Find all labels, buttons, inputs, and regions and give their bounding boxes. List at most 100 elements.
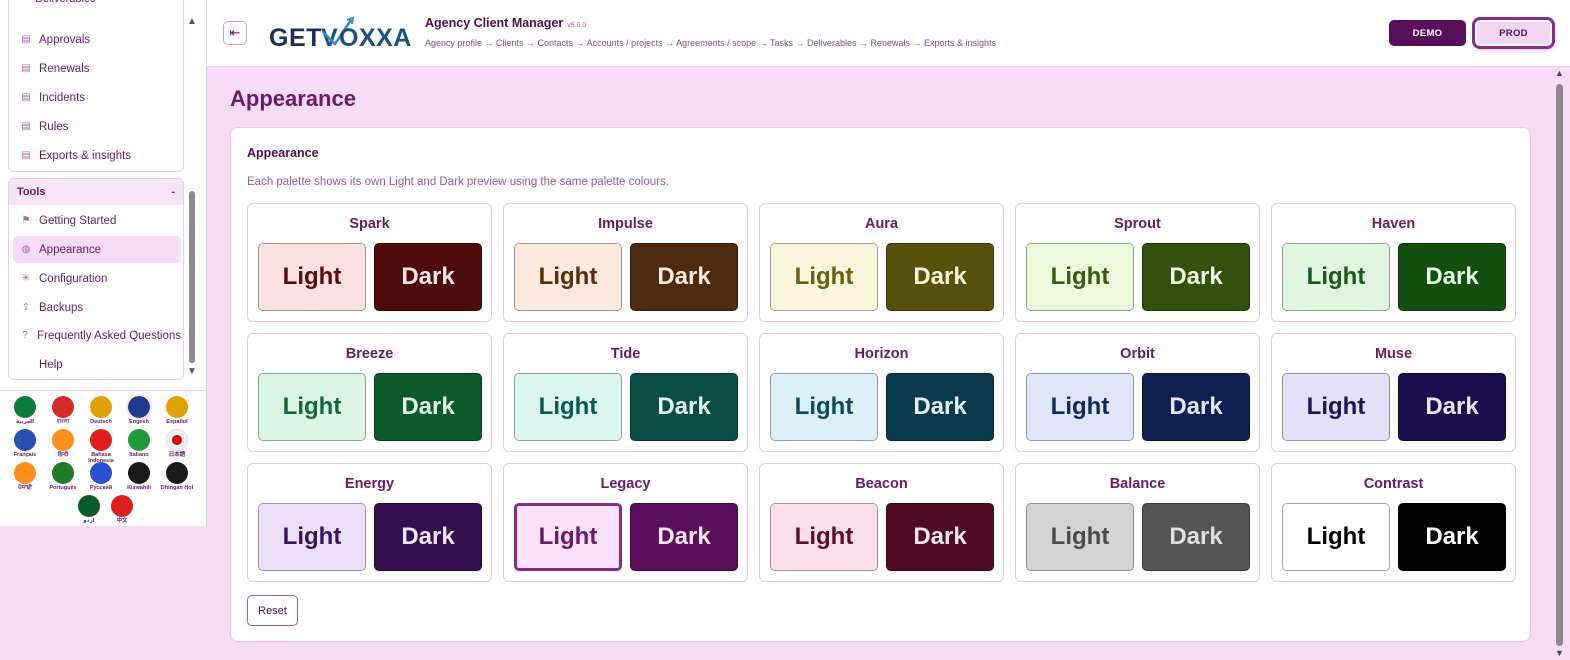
reset-button[interactable]: Reset xyxy=(247,595,298,626)
language-option[interactable]: Kiswahili xyxy=(120,460,158,494)
sidebar-item-faq[interactable]: ? Frequently Asked Questions xyxy=(13,322,181,349)
flag-icon xyxy=(14,462,36,484)
dark-preview-button[interactable]: Dark xyxy=(1398,373,1506,441)
flag-icon xyxy=(78,495,100,517)
dark-preview-button[interactable]: Dark xyxy=(1398,243,1506,311)
palette-card: Haven Light Dark xyxy=(1271,203,1516,322)
language-option[interactable]: Русский xyxy=(82,460,120,494)
language-option[interactable]: Français xyxy=(6,427,44,461)
tools-header[interactable]: Tools - xyxy=(9,179,183,205)
svg-text:GET: GET xyxy=(269,24,322,52)
collapse-toggle[interactable]: - xyxy=(171,186,175,198)
light-preview-button[interactable]: Light xyxy=(258,373,366,441)
prod-button[interactable]: PROD xyxy=(1475,20,1552,46)
light-preview-button[interactable]: Light xyxy=(770,373,878,441)
light-preview-button[interactable]: Light xyxy=(258,243,366,311)
sidebar-item-backups[interactable]: ⇪ Backups xyxy=(13,294,181,321)
palette-card: Legacy Light Dark xyxy=(503,463,748,582)
scroll-down-icon[interactable]: ▼ xyxy=(1555,648,1564,658)
dark-preview-button[interactable]: Dark xyxy=(630,503,738,571)
sidebar-item-appearance[interactable]: ◍ Appearance xyxy=(13,236,181,263)
scroll-up-icon[interactable]: ▲ xyxy=(1555,68,1564,78)
scroll-up-icon[interactable]: ▲ xyxy=(187,16,197,27)
palette-name: Spark xyxy=(349,216,390,232)
palette-card: Beacon Light Dark xyxy=(759,463,1004,582)
dark-preview-button[interactable]: Dark xyxy=(1398,503,1506,571)
sidebar-scrollbar[interactable]: ▲ ▼ xyxy=(186,16,200,380)
breadcrumb: Agency profile → Clients → Contacts → Ac… xyxy=(425,38,997,48)
light-preview-button[interactable]: Light xyxy=(258,503,366,571)
sidebar-item-help[interactable]: Help xyxy=(13,351,181,378)
light-preview-button[interactable]: Light xyxy=(514,243,622,311)
language-option[interactable]: ਪੰਜਾਬੀ xyxy=(6,460,44,494)
gear-icon: ✳ xyxy=(21,273,31,284)
scroll-thumb[interactable] xyxy=(1556,84,1563,646)
sidebar-item-exports[interactable]: ▤ Exports & insights xyxy=(13,142,181,169)
light-preview-button[interactable]: Light xyxy=(1282,373,1390,441)
palette-name: Horizon xyxy=(854,346,909,362)
dark-preview-button[interactable]: Dark xyxy=(1142,373,1250,441)
language-option[interactable]: Dhingan Hol xyxy=(158,460,196,494)
light-preview-button[interactable]: Light xyxy=(1026,373,1134,441)
sidebar-item-incidents[interactable]: ▤ Incidents xyxy=(13,84,181,111)
light-preview-button[interactable]: Light xyxy=(1026,503,1134,571)
palette-card: Sprout Light Dark xyxy=(1015,203,1260,322)
upload-icon: ⇪ xyxy=(21,302,31,313)
language-option[interactable]: বাংলা xyxy=(44,394,82,428)
list-icon: ▤ xyxy=(21,34,31,45)
language-label: ਪੰਜਾਬੀ xyxy=(18,485,32,491)
language-option[interactable]: 中文 xyxy=(103,493,141,527)
dark-preview-button[interactable]: Dark xyxy=(886,503,994,571)
flag-icon xyxy=(14,396,36,418)
sidebar-item-rules[interactable]: ▤ Rules xyxy=(13,113,181,140)
palette-name: Legacy xyxy=(600,476,651,492)
light-preview-button[interactable]: Light xyxy=(770,243,878,311)
collapse-sidebar-button[interactable]: ⇤ xyxy=(223,21,247,45)
light-preview-button[interactable]: Light xyxy=(770,503,878,571)
language-label: Español xyxy=(166,419,188,425)
language-option[interactable]: Deutsch xyxy=(82,394,120,428)
language-option[interactable]: Italiano xyxy=(120,427,158,461)
language-option[interactable]: العربية xyxy=(6,394,44,428)
language-label: English xyxy=(129,419,149,425)
language-picker: العربية বাংলা Deutsch English Español Françai… xyxy=(0,390,207,524)
sidebar-item-configuration[interactable]: ✳ Configuration xyxy=(13,265,181,292)
dark-preview-button[interactable]: Dark xyxy=(630,373,738,441)
help-circle-icon: ? xyxy=(22,330,28,341)
app-title: Agency Client Manager v9.0.0 xyxy=(425,16,587,30)
light-preview-button[interactable]: Light xyxy=(514,373,622,441)
dark-preview-button[interactable]: Dark xyxy=(374,243,482,311)
main-scrollbar[interactable]: ▲ ▼ xyxy=(1553,68,1567,660)
scroll-down-icon[interactable]: ▼ xyxy=(187,366,197,377)
light-preview-button[interactable]: Light xyxy=(1026,243,1134,311)
sidebar-item-approvals[interactable]: ▤ Approvals xyxy=(13,26,181,53)
language-label: Dhingan Hol xyxy=(160,485,194,491)
demo-button[interactable]: DEMO xyxy=(1389,20,1466,46)
light-preview-button[interactable]: Light xyxy=(514,503,622,571)
language-option[interactable]: English xyxy=(120,394,158,428)
language-option[interactable]: 日本語 xyxy=(158,427,196,461)
language-label: বাংলা xyxy=(56,419,70,425)
flag-icon xyxy=(111,495,133,517)
flag-icon xyxy=(166,396,188,418)
dark-preview-button[interactable]: Dark xyxy=(886,243,994,311)
dark-preview-button[interactable]: Dark xyxy=(630,243,738,311)
dark-preview-button[interactable]: Dark xyxy=(374,503,482,571)
dark-preview-button[interactable]: Dark xyxy=(886,373,994,441)
palette-name: Sprout xyxy=(1114,216,1161,232)
flag-icon xyxy=(128,462,150,484)
language-option[interactable]: Español xyxy=(158,394,196,428)
sidebar-item-getting-started[interactable]: ⚑ Getting Started xyxy=(13,207,181,234)
language-label: हिन्दी xyxy=(57,452,69,458)
language-option[interactable]: हिन्दी xyxy=(44,427,82,461)
language-option[interactable]: Bahasa Indonesia xyxy=(82,427,120,464)
language-option[interactable]: Português xyxy=(44,460,82,494)
sidebar-item-renewals[interactable]: ▤ Renewals xyxy=(13,55,181,82)
flag-icon xyxy=(52,429,74,451)
dark-preview-button[interactable]: Dark xyxy=(374,373,482,441)
light-preview-button[interactable]: Light xyxy=(1282,243,1390,311)
light-preview-button[interactable]: Light xyxy=(1282,503,1390,571)
dark-preview-button[interactable]: Dark xyxy=(1142,503,1250,571)
scroll-thumb[interactable] xyxy=(189,191,195,363)
dark-preview-button[interactable]: Dark xyxy=(1142,243,1250,311)
